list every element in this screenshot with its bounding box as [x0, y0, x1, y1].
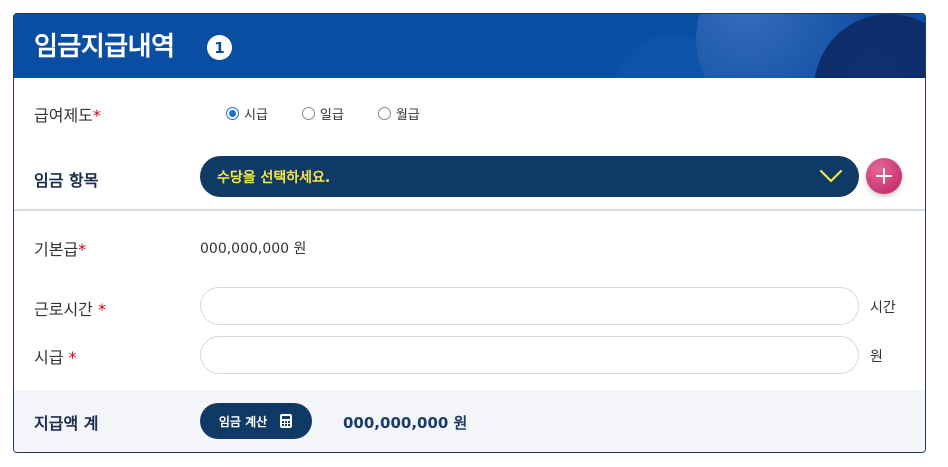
wage-item-label: 임금 항목: [34, 171, 99, 190]
pay-system-label: 급여제도*: [34, 102, 101, 126]
radio-hourly[interactable]: 시급: [226, 104, 268, 123]
allowance-select-placeholder: 수당을 선택하세요.: [217, 169, 331, 186]
calculate-wage-button[interactable]: 임금 계산: [200, 403, 312, 439]
calculate-wage-button-label: 임금 계산: [218, 414, 268, 429]
base-pay-label-text: 기본급: [34, 240, 79, 259]
hourly-wage-input[interactable]: [200, 336, 859, 374]
radio-label: 시급: [244, 108, 268, 123]
allowance-select[interactable]: 수당을 선택하세요.: [200, 156, 859, 197]
required-mark: *: [92, 106, 101, 125]
chevron-down-icon: [819, 169, 843, 183]
radio-daily[interactable]: 일급: [301, 104, 344, 123]
radio-circle[interactable]: [226, 107, 239, 120]
section-divider: [14, 209, 925, 211]
required-mark: *: [68, 348, 77, 367]
calculator-icon: [280, 414, 293, 428]
radio-circle[interactable]: [377, 107, 391, 120]
radio-label: 월급: [395, 108, 420, 123]
card-header: 임금지급내역 1: [14, 14, 925, 78]
hourly-wage-unit: 원: [870, 349, 883, 365]
plus-icon: [876, 168, 892, 184]
work-hours-label-text: 근로시간: [34, 300, 98, 319]
work-hours-input[interactable]: [200, 287, 859, 325]
required-mark: *: [97, 300, 106, 319]
base-pay-value: 000,000,000 원: [200, 241, 307, 257]
add-allowance-button[interactable]: [866, 158, 902, 194]
radio-monthly[interactable]: 월급: [377, 104, 420, 123]
radio-label: 일급: [319, 108, 344, 123]
hourly-wage-label: 시급 *: [34, 344, 77, 368]
step-badge: 1: [207, 35, 232, 60]
radio-circle[interactable]: [301, 107, 315, 120]
work-hours-unit: 시간: [870, 300, 896, 316]
wage-payment-card: 임금지급내역 1 급여제도* 시급 일급 월급 임금 항목 수당을 선택하세요.: [13, 13, 926, 453]
work-hours-label: 근로시간 *: [34, 296, 106, 320]
pay-system-radio-group: 시급 일급 월급: [226, 104, 454, 123]
total-amount: 000,000,000 원: [343, 414, 468, 432]
hourly-wage-label-text: 시급: [34, 348, 69, 367]
base-pay-label: 기본급*: [34, 236, 86, 260]
required-mark: *: [78, 240, 87, 259]
total-footer: 지급액 계 임금 계산 000,000,000 원: [14, 390, 925, 452]
page-title: 임금지급내역: [34, 32, 175, 62]
total-label: 지급액 계: [34, 414, 99, 433]
pay-system-label-text: 급여제도: [34, 106, 93, 125]
